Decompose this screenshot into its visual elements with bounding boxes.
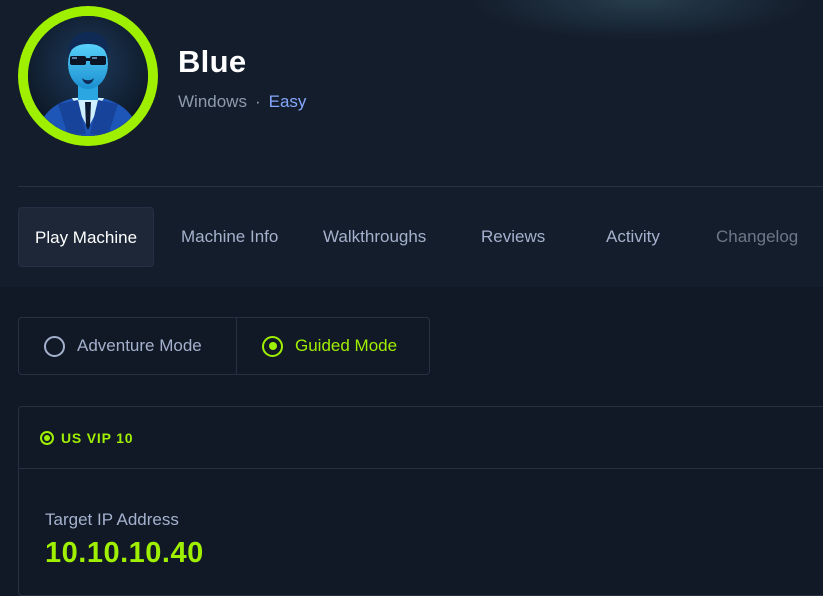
meta-separator: · xyxy=(254,92,261,111)
target-ip-value[interactable]: 10.10.10.40 xyxy=(45,537,204,570)
machine-tabs: Play Machine Machine Info Walkthroughs R… xyxy=(18,207,823,267)
guided-mode-option[interactable]: Guided Mode xyxy=(262,318,397,374)
radio-checked-icon[interactable] xyxy=(262,335,283,357)
tab-changelog[interactable]: Changelog xyxy=(716,207,798,267)
machine-avatar xyxy=(18,6,158,146)
agent-avatar-icon xyxy=(28,16,148,136)
adventure-mode-label: Adventure Mode xyxy=(77,336,202,355)
tab-reviews[interactable]: Reviews xyxy=(481,207,545,267)
machine-header: Blue Windows · Easy Play Machine Machine I… xyxy=(0,0,823,287)
target-ip-label: Target IP Address xyxy=(45,510,179,529)
online-status-icon xyxy=(40,430,54,445)
server-header: US VIP 10 xyxy=(19,407,823,469)
machine-os: Windows xyxy=(178,92,247,111)
header-divider xyxy=(18,186,823,187)
server-name: US VIP 10 xyxy=(61,429,134,446)
tab-walkthroughs[interactable]: Walkthroughs xyxy=(323,207,426,267)
avatar-illustration xyxy=(28,16,148,136)
difficulty-badge: Easy xyxy=(268,92,307,111)
tab-machine-info[interactable]: Machine Info xyxy=(181,207,278,267)
adventure-mode-option[interactable]: Adventure Mode xyxy=(44,318,202,374)
connection-panel: US VIP 10 Target IP Address 10.10.10.40 xyxy=(18,406,823,596)
radio-unchecked-icon[interactable] xyxy=(44,335,65,357)
machine-name: Blue xyxy=(178,44,247,79)
machine-meta: Windows · Easy xyxy=(178,92,306,112)
guided-mode-label: Guided Mode xyxy=(295,336,398,355)
mode-selector: Adventure Mode Guided Mode xyxy=(18,317,430,375)
tab-play-machine[interactable]: Play Machine xyxy=(18,207,155,267)
mode-divider xyxy=(236,318,237,374)
tab-activity[interactable]: Activity xyxy=(606,207,660,267)
